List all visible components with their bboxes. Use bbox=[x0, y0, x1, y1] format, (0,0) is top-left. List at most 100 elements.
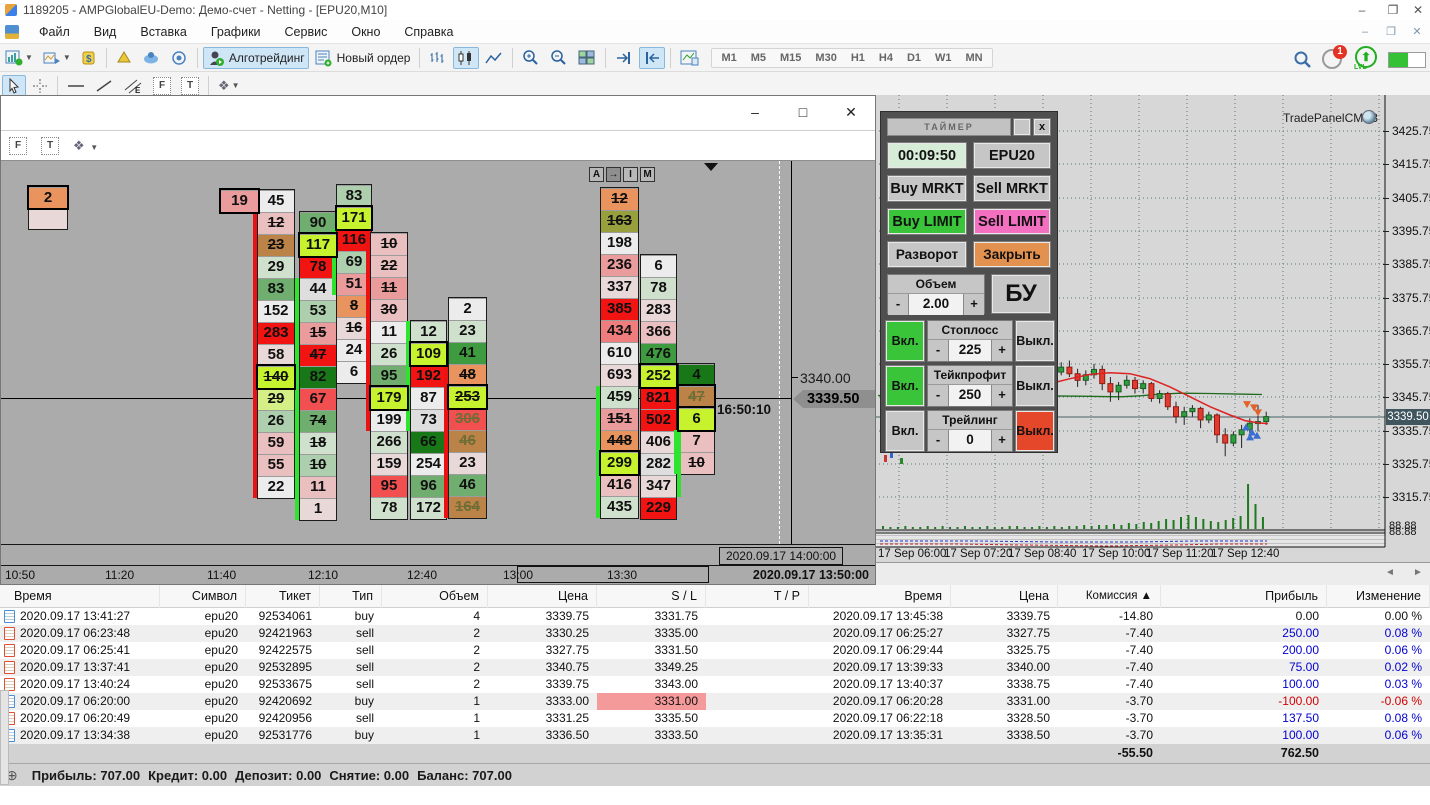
cluster-close-button[interactable]: ✕ bbox=[841, 102, 861, 122]
cursor-tool-button[interactable] bbox=[2, 74, 26, 97]
shapes-tool-button[interactable]: ❖ ▼ bbox=[214, 75, 244, 97]
cluster-chart-window[interactable]: – □ ✕ F T ❖ ▼ 16:50:10 3340.00 3339.50 2… bbox=[0, 95, 876, 585]
column-header-ticket[interactable]: Тикет bbox=[246, 585, 320, 608]
disable-button[interactable]: Выкл. bbox=[1015, 410, 1055, 452]
hline-tool-button[interactable] bbox=[63, 75, 89, 97]
menu-item-4[interactable]: Графики bbox=[199, 22, 273, 42]
timeframe-W1[interactable]: W1 bbox=[928, 49, 959, 67]
column-header-volume[interactable]: Объем bbox=[382, 585, 488, 608]
timeframe-M15[interactable]: M15 bbox=[773, 49, 808, 67]
enable-button[interactable]: Вкл. bbox=[885, 365, 925, 407]
timeframe-D1[interactable]: D1 bbox=[900, 49, 928, 67]
column-header-sl[interactable]: S / L bbox=[597, 585, 706, 608]
scroll-left-icon[interactable]: ◄ bbox=[1385, 567, 1395, 578]
cluster-minimize-button[interactable]: – bbox=[745, 102, 765, 122]
symbol-button[interactable]: EPU20 bbox=[973, 142, 1051, 169]
table-row[interactable]: 2020.09.17 13:37:41 epu20 92532895 sell 2 334… bbox=[0, 659, 1430, 676]
minus-button[interactable]: - bbox=[928, 430, 948, 451]
close-position-button[interactable]: Закрыть bbox=[973, 241, 1051, 268]
menu-item-7[interactable]: Справка bbox=[392, 22, 465, 42]
table-row[interactable]: 2020.09.17 13:34:38 epu20 92531776 buy 1 3336… bbox=[0, 727, 1430, 744]
volume-plus-button[interactable]: + bbox=[964, 294, 984, 315]
table-row[interactable]: 2020.09.17 06:23:48 epu20 92421963 sell 2 333… bbox=[0, 625, 1430, 642]
column-header-time[interactable]: Время bbox=[0, 585, 160, 608]
fibonacci-tool-button[interactable]: F bbox=[149, 75, 175, 97]
line-chart-button[interactable] bbox=[481, 47, 507, 69]
column-header-change[interactable]: Изменение bbox=[1327, 585, 1430, 608]
text-icon[interactable]: T bbox=[41, 136, 59, 155]
column-header-symbol[interactable]: Символ bbox=[160, 585, 246, 608]
table-row[interactable]: 2020.09.17 06:20:49 epu20 92420956 sell 1 333… bbox=[0, 710, 1430, 727]
panel-minimize-button[interactable] bbox=[1013, 118, 1031, 136]
menu-item-5[interactable]: Сервис bbox=[273, 22, 340, 42]
menu-item-1[interactable]: Файл bbox=[27, 22, 82, 42]
column-header-price[interactable]: Цена bbox=[488, 585, 597, 608]
panel-close-button[interactable]: x bbox=[1033, 118, 1051, 136]
child-minimize-button[interactable]: – bbox=[1352, 23, 1378, 41]
child-close-button[interactable]: ✕ bbox=[1404, 23, 1430, 41]
shift-end-button[interactable] bbox=[611, 47, 637, 69]
dock-tab[interactable] bbox=[0, 690, 9, 785]
column-header-type[interactable]: Тип bbox=[320, 585, 382, 608]
trendline-tool-button[interactable] bbox=[91, 75, 117, 97]
marker-button-→[interactable]: → bbox=[606, 167, 621, 182]
timeframe-MN[interactable]: MN bbox=[959, 49, 990, 67]
new-order-button[interactable]: Новый ордер bbox=[311, 47, 415, 69]
cluster-window-titlebar[interactable] bbox=[1, 96, 875, 131]
algo-trading-button[interactable]: Алготрейдинг bbox=[202, 46, 309, 69]
disable-button[interactable]: Выкл. bbox=[1015, 365, 1055, 407]
bar-chart-button[interactable] bbox=[425, 47, 451, 69]
table-header[interactable]: Время Символ Тикет Тип Объем Цена S / LT / P Вр… bbox=[0, 585, 1430, 608]
marker-button-M[interactable]: M bbox=[640, 167, 655, 182]
sell-market-button[interactable]: Sell MRKT bbox=[973, 175, 1051, 202]
breakeven-button[interactable]: БУ bbox=[991, 274, 1051, 314]
new-chart-button[interactable]: ▼ bbox=[1, 47, 37, 69]
cluster-time-scale[interactable]: 2020.09.17 13:50:00 10:50 11:20 11:40 12:10… bbox=[1, 566, 875, 584]
table-row[interactable]: 2020.09.17 13:41:27 epu20 92534061 buy 4 3339… bbox=[0, 608, 1430, 625]
close-button[interactable]: ✕ bbox=[1404, 1, 1430, 19]
marker-button-A[interactable]: A bbox=[589, 167, 604, 182]
zoom-out-button[interactable] bbox=[546, 47, 572, 69]
cluster-maximize-button[interactable]: □ bbox=[793, 102, 813, 122]
timeframe-M5[interactable]: M5 bbox=[744, 49, 773, 67]
timeframe-M1[interactable]: M1 bbox=[714, 49, 743, 67]
menu-item-6[interactable]: Окно bbox=[339, 22, 392, 42]
marker-button-I[interactable]: I bbox=[623, 167, 638, 182]
reverse-button[interactable]: Разворот bbox=[887, 241, 967, 268]
signals-button[interactable] bbox=[166, 47, 192, 69]
community-button[interactable] bbox=[138, 47, 164, 69]
minus-button[interactable]: - bbox=[928, 340, 948, 361]
minus-button[interactable]: - bbox=[928, 385, 948, 406]
column-header-commission[interactable]: Комиссия ▲ bbox=[1058, 585, 1161, 608]
candle-chart-button[interactable] bbox=[453, 46, 480, 69]
risk-value[interactable]: 225 bbox=[948, 340, 992, 361]
column-header-time2[interactable]: Время bbox=[809, 585, 951, 608]
plus-button[interactable]: + bbox=[992, 430, 1012, 451]
chart-profiles-button[interactable]: ▼ bbox=[39, 47, 75, 69]
sell-limit-button[interactable]: Sell LIMIT bbox=[973, 208, 1051, 235]
column-header-price2[interactable]: Цена bbox=[951, 585, 1058, 608]
column-header-tp[interactable]: T / P bbox=[706, 585, 809, 608]
channel-tool-button[interactable]: E bbox=[119, 75, 147, 97]
plus-button[interactable]: + bbox=[992, 340, 1012, 361]
shapes-dropdown[interactable]: ❖ ▼ bbox=[73, 138, 98, 154]
buy-market-button[interactable]: Buy MRKT bbox=[887, 175, 967, 202]
text-tool-button[interactable]: T bbox=[177, 75, 203, 97]
crosshair-tool-button[interactable] bbox=[28, 75, 52, 97]
child-restore-button[interactable]: ❐ bbox=[1378, 23, 1404, 41]
auto-scroll-button[interactable] bbox=[639, 46, 666, 69]
menu-item-2[interactable]: Вид bbox=[82, 22, 129, 42]
scroll-right-icon[interactable]: ► bbox=[1413, 567, 1423, 578]
enable-button[interactable]: Вкл. bbox=[885, 320, 925, 362]
table-row[interactable]: 2020.09.17 06:25:41 epu20 92422575 sell 2 332… bbox=[0, 642, 1430, 659]
plus-button[interactable]: + bbox=[992, 385, 1012, 406]
enable-button[interactable]: Вкл. bbox=[885, 410, 925, 452]
column-header-profit[interactable]: Прибыль bbox=[1161, 585, 1327, 608]
chart-shift-button[interactable] bbox=[676, 47, 704, 69]
restore-button[interactable]: ❐ bbox=[1379, 1, 1407, 19]
chart-scrollbar[interactable]: ◄ ► bbox=[875, 562, 1430, 585]
risk-value[interactable]: 250 bbox=[948, 385, 992, 406]
buy-limit-button[interactable]: Buy LIMIT bbox=[887, 208, 967, 235]
volume-minus-button[interactable]: - bbox=[888, 294, 908, 315]
payments-button[interactable]: $ bbox=[77, 47, 101, 69]
